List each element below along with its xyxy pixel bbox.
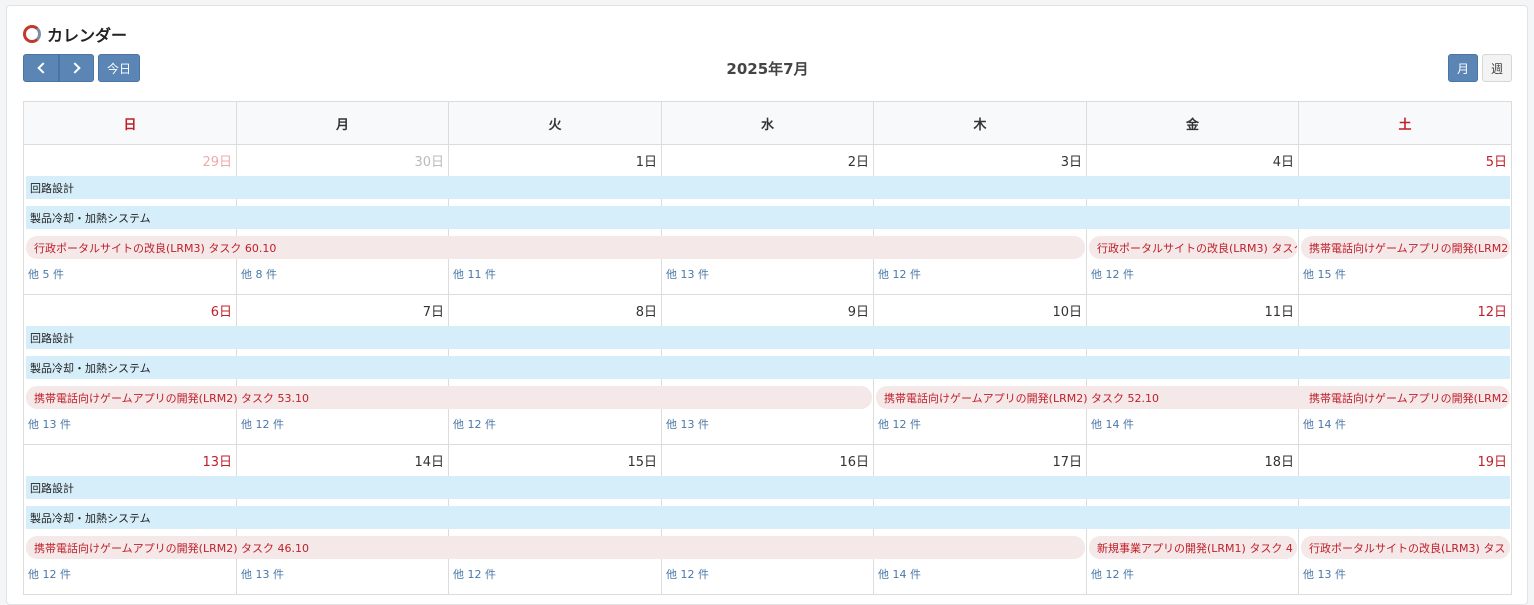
more-events-link[interactable]: 他 12 件 [453,416,496,432]
more-events-link[interactable]: 他 11 件 [453,266,496,282]
task-event[interactable]: 携帯電話向けゲームアプリの開発(LRM2) タスク 53.10 [26,386,872,409]
task-event[interactable]: 携帯電話向けゲームアプリの開発(LRM2) タスク 46.10 [26,536,1085,559]
day-number: 14日 [414,455,444,470]
more-events-link[interactable]: 他 14 件 [1303,416,1346,432]
event-bar[interactable]: 回路設計 [26,176,1510,199]
view-switcher: 月 週 [1448,54,1512,82]
week-view-button[interactable]: 週 [1482,54,1512,82]
day-number: 29日 [202,155,232,170]
more-events-link[interactable]: 他 12 件 [1091,266,1134,282]
day-number: 5日 [1485,155,1507,170]
day-number: 4日 [1272,155,1294,170]
day-number: 2日 [847,155,869,170]
week-row: 13日他 12 件 14日他 13 件 15日他 12 件 16日他 12 件 17日他… [24,445,1512,595]
weekday-header: 日 [24,102,237,145]
weekday-header: 火 [449,102,662,145]
day-number: 6日 [210,305,232,320]
day-number: 19日 [1477,455,1507,470]
month-title: 2025年7月 [726,60,809,78]
month-grid: 日月火水木金土 29日他 5 件 30日他 8 件 1日他 11 件 2日他 13 件… [23,101,1512,595]
more-events-link[interactable]: 他 12 件 [28,566,71,582]
more-events-link[interactable]: 他 14 件 [1091,416,1134,432]
weekday-header: 月 [237,102,449,145]
more-events-link[interactable]: 他 12 件 [666,566,709,582]
day-number: 30日 [414,155,444,170]
more-events-link[interactable]: 他 8 件 [241,266,277,282]
day-number: 16日 [839,455,869,470]
more-events-link[interactable]: 他 12 件 [1091,566,1134,582]
event-bar[interactable]: 製品冷却・加熱システム [26,506,1510,529]
more-events-link[interactable]: 他 13 件 [666,416,709,432]
event-bar[interactable]: 回路設計 [26,476,1510,499]
day-number: 9日 [847,305,869,320]
event-bar[interactable]: 回路設計 [26,326,1510,349]
more-events-link[interactable]: 他 15 件 [1303,266,1346,282]
weekday-header: 木 [874,102,1087,145]
task-event[interactable]: 行政ポータルサイトの改良(LRM3) タスク 60.10 [26,236,1085,259]
weekday-header: 金 [1087,102,1299,145]
task-event[interactable]: 新規事業アプリの開発(LRM1) タスク 4 [1089,536,1297,559]
event-bar[interactable]: 製品冷却・加熱システム [26,356,1510,379]
task-event[interactable]: 携帯電話向けゲームアプリの開発(LRM2 [1301,236,1510,259]
day-number: 1日 [635,155,657,170]
page-title: カレンダー [47,26,128,45]
day-number: 7日 [422,305,444,320]
more-events-link[interactable]: 他 13 件 [666,266,709,282]
task-event[interactable]: 行政ポータルサイトの改良(LRM3) タスク [1089,236,1297,259]
calendar-card: カレンダー 今日 2025年7月 月 週 日月火水木金土 29日他 5 件 30日… [6,5,1528,605]
task-event[interactable]: 行政ポータルサイトの改良(LRM3) タス [1301,536,1510,559]
week-row: 6日他 13 件 7日他 12 件 8日他 12 件 9日他 13 件 10日他 12 … [24,295,1512,445]
calendar-header: カレンダー [23,22,127,46]
more-events-link[interactable]: 他 13 件 [241,566,284,582]
day-number: 12日 [1477,305,1507,320]
day-number: 3日 [1060,155,1082,170]
day-number: 11日 [1264,305,1294,320]
week-row: 29日他 5 件 30日他 8 件 1日他 11 件 2日他 13 件 3日他 12 件… [24,145,1512,295]
more-events-link[interactable]: 他 12 件 [878,266,921,282]
day-number: 10日 [1052,305,1082,320]
event-bar[interactable]: 製品冷却・加熱システム [26,206,1510,229]
more-events-link[interactable]: 他 5 件 [28,266,64,282]
more-events-link[interactable]: 他 12 件 [241,416,284,432]
calendar-logo-icon [23,25,41,43]
weekday-header: 水 [662,102,874,145]
task-event[interactable]: 携帯電話向けゲームアプリの開発(LRM2 [1301,386,1510,409]
day-number: 15日 [627,455,657,470]
weekday-header-row: 日月火水木金土 [24,102,1512,145]
more-events-link[interactable]: 他 12 件 [453,566,496,582]
day-number: 18日 [1264,455,1294,470]
more-events-link[interactable]: 他 12 件 [878,416,921,432]
weekday-header: 土 [1299,102,1512,145]
more-events-link[interactable]: 他 13 件 [28,416,71,432]
day-number: 8日 [635,305,657,320]
month-view-button[interactable]: 月 [1448,54,1478,82]
more-events-link[interactable]: 他 13 件 [1303,566,1346,582]
day-number: 13日 [202,455,232,470]
day-number: 17日 [1052,455,1082,470]
more-events-link[interactable]: 他 14 件 [878,566,921,582]
calendar-toolbar: 今日 2025年7月 月 週 [23,54,1512,82]
